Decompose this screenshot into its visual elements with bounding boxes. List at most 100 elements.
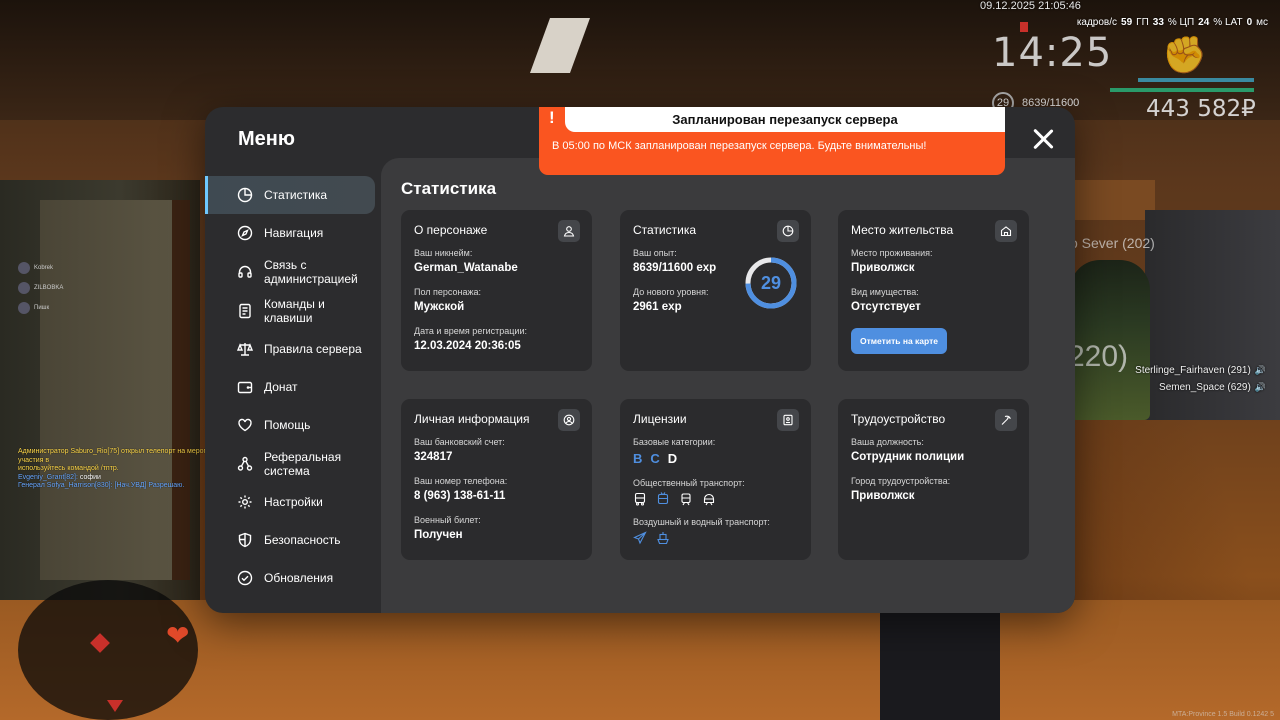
bus-icon [634, 492, 646, 506]
sidebar-item-label: Обновления [264, 571, 334, 585]
card-title: Статистика [633, 223, 697, 237]
fist-weapon-icon: ✊ [1162, 34, 1207, 75]
gender-value: Мужской [414, 301, 465, 313]
lat-unit: мс [1256, 17, 1268, 28]
card-title: Личная информация [414, 412, 530, 426]
license-category-b: B [633, 451, 643, 466]
train-icon [703, 493, 715, 506]
card-personal: Личная информация Ваш банковский счет: 3… [401, 399, 592, 560]
fps-value: 59 [1121, 17, 1133, 28]
sidebar-item-referral[interactable]: Реферальная система [205, 444, 381, 483]
bank-account-label: Ваш банковский счет: [414, 437, 505, 447]
air-water-transport-icons [633, 531, 798, 545]
menu-window: Меню Статистика Навигация Связь с админи… [205, 107, 1075, 613]
sidebar-item-settings[interactable]: Настройки [205, 483, 381, 521]
content-panel: Статистика О персонаже Ваш никнейм: Germ… [381, 158, 1075, 613]
section-title: Статистика [401, 179, 497, 198]
sidebar-item-label: Реферальная система [264, 449, 342, 478]
card-title: Лицензии [633, 412, 687, 426]
avatar [18, 302, 30, 314]
sidebar-item-label: Безопасность [264, 533, 341, 547]
position-value: Сотрудник полиции [851, 451, 965, 463]
mark-on-map-button[interactable]: Отметить на карте [851, 328, 947, 354]
sidebar-item-admin-contact[interactable]: Связь с администрацией [205, 252, 381, 291]
sidebar-item-label: Связь с администрацией [264, 257, 358, 286]
public-transport-icons [633, 492, 798, 506]
card-title: О персонаже [414, 223, 488, 237]
phone-label: Ваш номер телефона: [414, 476, 508, 486]
scene-door [40, 200, 190, 580]
air-water-transport-label: Воздушный и водный транспорт: [633, 517, 770, 527]
gear-icon [238, 495, 252, 509]
basic-categories-label: Базовые категории: [633, 437, 716, 447]
voice-item: Sterlinge_Fairhaven (291) 🔊 [1135, 365, 1266, 376]
health-heart-icon: ❤ [166, 620, 190, 651]
menu-sidebar: Статистика Навигация Связь с администрац… [205, 176, 381, 597]
warning-icon: ! [549, 108, 555, 127]
sidebar-item-label: Навигация [264, 226, 324, 240]
card-title: Место жительства [851, 223, 954, 237]
user-circle-icon [558, 409, 580, 431]
hud-datetime: 09.12.2025 21:05:46 [980, 0, 1081, 12]
cpu-value: 24 [1198, 17, 1210, 28]
sidebar-item-navigation[interactable]: Навигация [205, 214, 381, 252]
hud-money: 443 582₽ [1146, 96, 1256, 122]
menu-title: Меню [238, 128, 295, 150]
sidebar-item-donate[interactable]: Донат [205, 368, 381, 406]
voice-chat-list: Sterlinge_Fairhaven (291) 🔊 Semen_Space (… [1135, 362, 1266, 396]
gender-label: Пол персонажа: [414, 287, 482, 297]
sidebar-item-updates[interactable]: Обновления [205, 559, 381, 597]
card-title: Трудоустройство [851, 412, 946, 426]
scales-icon [237, 343, 253, 356]
level-progress-ring: 29 [744, 256, 798, 310]
sidebar-item-rules[interactable]: Правила сервера [205, 330, 381, 368]
residence-value: Приволжск [851, 262, 915, 274]
position-label: Ваша должность: [851, 437, 924, 447]
military-id-label: Военный билет: [414, 515, 481, 525]
notification-title: Запланирован перезапуск сервера [565, 107, 1005, 132]
card-stats: Статистика Ваш опыт: 8639/11600 exp До н… [620, 210, 811, 371]
document-icon [239, 303, 251, 318]
airplane-icon [633, 531, 647, 545]
sidebar-item-help[interactable]: Помощь [205, 406, 381, 444]
card-licenses: Лицензии Базовые категории: B C D Общест… [620, 399, 811, 560]
sidebar-item-label: Помощь [264, 418, 311, 432]
residence-label: Место проживания: [851, 248, 933, 258]
speaker-icon: 🔊 [1254, 382, 1266, 392]
avatar [18, 282, 30, 294]
hud-clock: 14:25 [992, 30, 1113, 76]
chart-pie-icon [777, 220, 799, 242]
gpu-value: 33 [1152, 17, 1164, 28]
trolleybus-icon [657, 492, 669, 505]
work-city-value: Приволжск [851, 490, 915, 502]
player-item: ZILBOBKA [18, 278, 63, 298]
nametag-far: o Sever (202) [1070, 235, 1155, 251]
close-icon[interactable] [1031, 127, 1055, 151]
hud-performance: кадров/с 59 ГП 33 % ЦП 24 % LAT 0 мс [1077, 17, 1268, 28]
fps-label: кадров/с [1076, 17, 1118, 28]
registration-value: 12.03.2024 20:36:05 [414, 340, 521, 352]
check-badge-icon [237, 570, 253, 586]
sidebar-item-security[interactable]: Безопасность [205, 521, 381, 559]
tram-icon [681, 493, 691, 506]
card-employment: Трудоустройство Ваша должность: Сотрудни… [838, 399, 1029, 560]
avatar [18, 262, 30, 274]
military-id-value: Получен [414, 529, 463, 541]
license-categories: B C D [633, 451, 798, 466]
bank-account-value: 324817 [414, 451, 453, 463]
compass-icon [237, 225, 253, 241]
sidebar-item-statistics[interactable]: Статистика [205, 176, 375, 214]
nickname-label: Ваш никнейм: [414, 248, 473, 258]
headset-icon [238, 265, 252, 278]
speaker-icon: 🔊 [1254, 365, 1266, 375]
sidebar-item-label: Правила сервера [264, 342, 362, 356]
server-restart-notification: ! Запланирован перезапуск сервера В 05:0… [539, 107, 1005, 175]
card-character: О персонаже Ваш никнейм: German_Watanabe… [401, 210, 592, 371]
sidebar-item-label: Донат [264, 380, 298, 394]
license-category-c: C [650, 451, 660, 466]
lat-value: 0 [1246, 17, 1253, 28]
property-value: Отсутствует [851, 301, 921, 313]
user-icon [558, 220, 580, 242]
pickaxe-icon [995, 409, 1017, 431]
sidebar-item-commands[interactable]: Команды и клавиши [205, 291, 381, 330]
